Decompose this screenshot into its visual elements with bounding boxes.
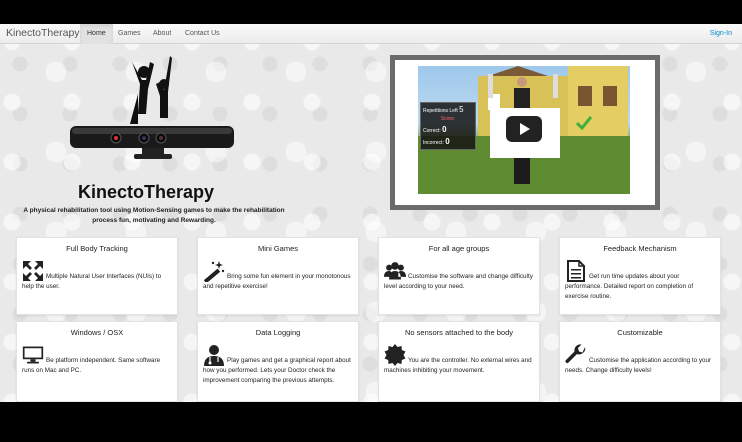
card-text: Customise the software and change diffic…	[384, 273, 533, 290]
card-title: Feedback Mechanism	[603, 244, 677, 253]
letterbox-top	[0, 0, 742, 24]
screen: KinectoTherapy Home Games About Contact …	[0, 0, 742, 442]
navbar: KinectoTherapy Home Games About Contact …	[0, 24, 742, 44]
card-title: For all age groups	[428, 244, 490, 253]
hero-title: KinectoTherapy	[77, 182, 215, 202]
card-title: Data Logging	[255, 328, 301, 337]
card-text: Be platform independent. Same software r…	[22, 357, 161, 374]
feature-card-customizable: Customizable Customise the application a…	[559, 321, 721, 402]
video-player[interactable]: Repetitions Left 5 Score: Correct: 0 Inc…	[418, 66, 630, 194]
video-frame: Repetitions Left 5 Score: Correct: 0 Inc…	[390, 55, 660, 210]
checkmark-icon	[576, 116, 592, 130]
play-icon	[520, 123, 530, 135]
sign-in-link[interactable]: Sign-In	[710, 24, 732, 44]
feature-card-no-sensors: No sensors attached to the body You are …	[378, 321, 540, 402]
card-title: No sensors attached to the body	[405, 328, 513, 337]
letterbox-bottom	[0, 402, 742, 442]
incorrect-value: 0	[445, 137, 450, 146]
kinect-logo-icon	[70, 56, 234, 159]
card-text: Get run time updates about your performa…	[565, 273, 694, 300]
nav-home[interactable]: Home	[80, 24, 113, 44]
card-text: Multiple Natural User Interfaces (NUIs) …	[22, 273, 162, 290]
card-title: Customizable	[617, 328, 663, 337]
brand-link[interactable]: KinectoTherapy	[6, 27, 80, 39]
card-text: Play games and get a graphical report ab…	[203, 357, 351, 384]
incorrect-label: Incorrect:	[423, 140, 444, 146]
repetitions-value: 5	[459, 105, 464, 114]
feature-card-windows-osx: Windows / OSX Be platform independent. S…	[16, 321, 178, 402]
play-button[interactable]	[506, 116, 542, 142]
nav-contact-us[interactable]: Contact Us	[178, 24, 227, 44]
hero: KinectoTherapy A physical rehabilitation…	[0, 44, 360, 234]
card-title: Windows / OSX	[70, 328, 124, 337]
repetitions-label: Repetitions Left	[423, 108, 458, 114]
correct-label: Correct:	[423, 128, 441, 134]
card-text: Bring some fun element in your monotonou…	[203, 273, 351, 290]
card-title: Mini Games	[257, 244, 298, 253]
feature-card-feedback-mechanism: Feedback Mechanism Get run time updates …	[559, 237, 721, 315]
correct-value: 0	[442, 125, 447, 134]
card-text: You are the controller. No external wire…	[384, 357, 532, 374]
feature-card-mini-games: Mini Games Bring some fun element in you…	[197, 237, 359, 315]
card-title: Full Body Tracking	[66, 244, 128, 253]
score-panel: Repetitions Left 5 Score: Correct: 0 Inc…	[420, 102, 476, 150]
feature-card-full-body-tracking: Full Body Tracking Multiple Natural User…	[16, 237, 178, 315]
card-text: Customise the application according to y…	[565, 357, 712, 374]
score-label: Score:	[440, 116, 456, 122]
web-page: KinectoTherapy Home Games About Contact …	[0, 24, 742, 402]
nav-about[interactable]: About	[146, 24, 178, 44]
hero-tagline: A physical rehabilitation tool using Mot…	[23, 207, 285, 224]
feature-card-data-logging: Data Logging Play games and get a graphi…	[197, 321, 359, 402]
nav-games[interactable]: Games	[111, 24, 148, 44]
feature-card-all-age-groups: For all age groups Customise the softwar…	[378, 237, 540, 315]
